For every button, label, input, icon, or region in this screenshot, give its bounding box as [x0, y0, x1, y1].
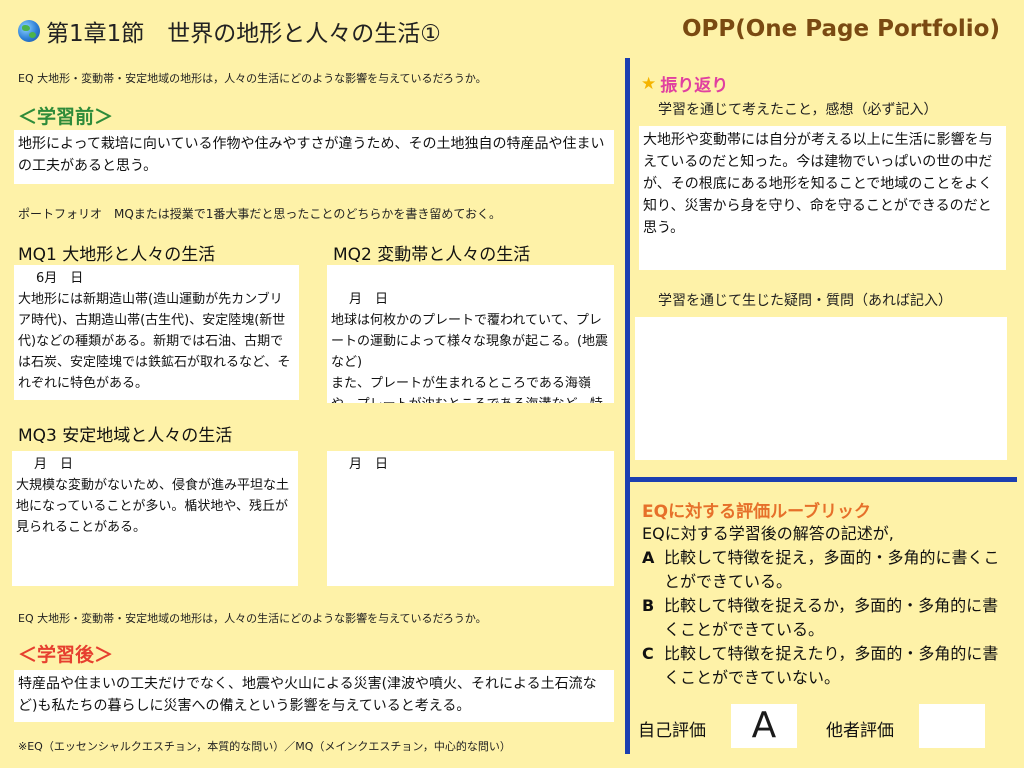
reflection-heading: 振り返り [660, 76, 729, 96]
eq-question-top: EQ 大地形・変動帯・安定地域の地形は，人々の生活にどのような影響を与えているだ… [18, 72, 487, 85]
rubric-text-b: 比較して特徴を捉えるか，多面的・多角的に書くことができている。 [664, 596, 999, 639]
rubric-key-a: A [642, 548, 655, 567]
rubric-item-a: A 比較して特徴を捉え，多面的・多角的に書くことができている。 [642, 546, 1002, 594]
self-eval-box[interactable]: A [731, 704, 797, 748]
page-title: 第1章1節 世界の地形と人々の生活① [46, 21, 441, 47]
rubric-item-b: B 比較して特徴を捉えるか，多面的・多角的に書くことができている。 [642, 594, 1002, 642]
after-answer-box[interactable]: 特産品や住まいの工夫だけでなく、地震や火山による災害(津波や噴火、それによる土石… [14, 670, 614, 722]
rubric-intro: EQに対する学習後の解答の記述が, [642, 524, 894, 543]
mq1-heading: MQ1 大地形と人々の生活 [18, 245, 216, 265]
after-heading: ＜学習後＞ [18, 644, 114, 666]
opp-title: OPP(One Page Portfolio) [681, 16, 1000, 42]
rubric-text-c: 比較して特徴を捉えたり，多面的・多角的に書くことができていない。 [664, 644, 999, 687]
mq1-box[interactable]: 6月 日 大地形には新期造山帯(造山運動が先カンブリア時代)、古期造山帯(古生代… [14, 265, 299, 400]
star-icon: ★ [641, 73, 657, 94]
questions-box[interactable] [635, 317, 1007, 460]
globe-icon [18, 20, 40, 42]
mq2-box[interactable]: 月 日地球は何枚かのプレートで覆われていて、プレートの運動によって様々な現象が起… [327, 265, 614, 403]
mq2-date: 月 日 [349, 292, 389, 307]
rubric-heading: EQに対する評価ルーブリック [642, 502, 872, 522]
rubric-key-c: C [642, 644, 654, 663]
mq2-heading: MQ2 変動帯と人々の生活 [333, 245, 531, 265]
after-answer-text: 特産品や住まいの工夫だけでなく、地震や火山による災害(津波や噴火、それによる土石… [18, 676, 597, 714]
footnote: ※EQ（エッセンシャルクエスチョン，本質的な問い）／MQ（メインクエスチョン，中… [18, 740, 511, 753]
rubric-text-a: 比較して特徴を捉え，多面的・多角的に書くことができている。 [664, 548, 1000, 591]
peer-eval-box[interactable] [919, 704, 985, 748]
horizontal-divider [625, 477, 1017, 482]
thoughts-box[interactable]: 大地形や変動帯には自分が考える以上に生活に影響を与えているのだと知った。今は建物… [639, 126, 1006, 270]
thoughts-label: 学習を通じて考えたこと，感想（必ず記入） [658, 102, 938, 118]
rubric-body: EQに対する学習後の解答の記述が, A 比較して特徴を捉え，多面的・多角的に書く… [642, 522, 1002, 690]
peer-eval-label: 他者評価 [826, 721, 894, 741]
mq2-text: 地球は何枚かのプレートで覆われていて、プレートの運動によって様々な現象が起こる。… [331, 313, 609, 403]
page-title-wrap: 第1章1節 世界の地形と人々の生活① [18, 14, 441, 48]
mq1-date: 6月 日 [36, 271, 84, 286]
mq1-text: 大地形には新期造山帯(造山運動が先カンブリア時代)、古期造山帯(古生代)、安定陸… [18, 292, 291, 391]
mq3-heading: MQ3 安定地域と人々の生活 [18, 426, 233, 446]
mq3-text: 大規模な変動がないため、侵食が進み平坦な土地になっていることが多い。楯状地や、残… [16, 478, 290, 535]
thoughts-text: 大地形や変動帯には自分が考える以上に生活に影響を与えているのだと知った。今は建物… [643, 132, 993, 236]
before-heading: ＜学習前＞ [18, 106, 114, 128]
eq-question-bottom: EQ 大地形・変動帯・安定地域の地形は，人々の生活にどのような影響を与えているだ… [18, 612, 487, 625]
before-answer-box[interactable]: 地形によって栽培に向いている作物や住みやすさが違うため、その土地独自の特産品や住… [14, 130, 614, 184]
mq3-date: 月 日 [34, 457, 74, 472]
vertical-divider [625, 58, 630, 754]
rubric-key-b: B [642, 596, 655, 615]
mq4-box[interactable]: 月 日 [327, 451, 614, 586]
questions-label: 学習を通じて生じた疑問・質問（あれば記入） [658, 293, 952, 309]
self-eval-value: A [751, 705, 777, 746]
reflection-heading-wrap: ★ 振り返り [641, 71, 729, 97]
self-eval-label: 自己評価 [638, 721, 706, 741]
mq3-box[interactable]: 月 日 大規模な変動がないため、侵食が進み平坦な土地になっていることが多い。楯状… [12, 451, 298, 586]
before-answer-text: 地形によって栽培に向いている作物や住みやすさが違うため、その土地独自の特産品や住… [18, 136, 605, 174]
mq4-date: 月 日 [349, 457, 389, 472]
portfolio-note: ポートフォリオ MQまたは授業で1番大事だと思ったことのどちらかを書き留めておく… [18, 207, 501, 221]
rubric-item-c: C 比較して特徴を捉えたり，多面的・多角的に書くことができていない。 [642, 642, 1002, 690]
